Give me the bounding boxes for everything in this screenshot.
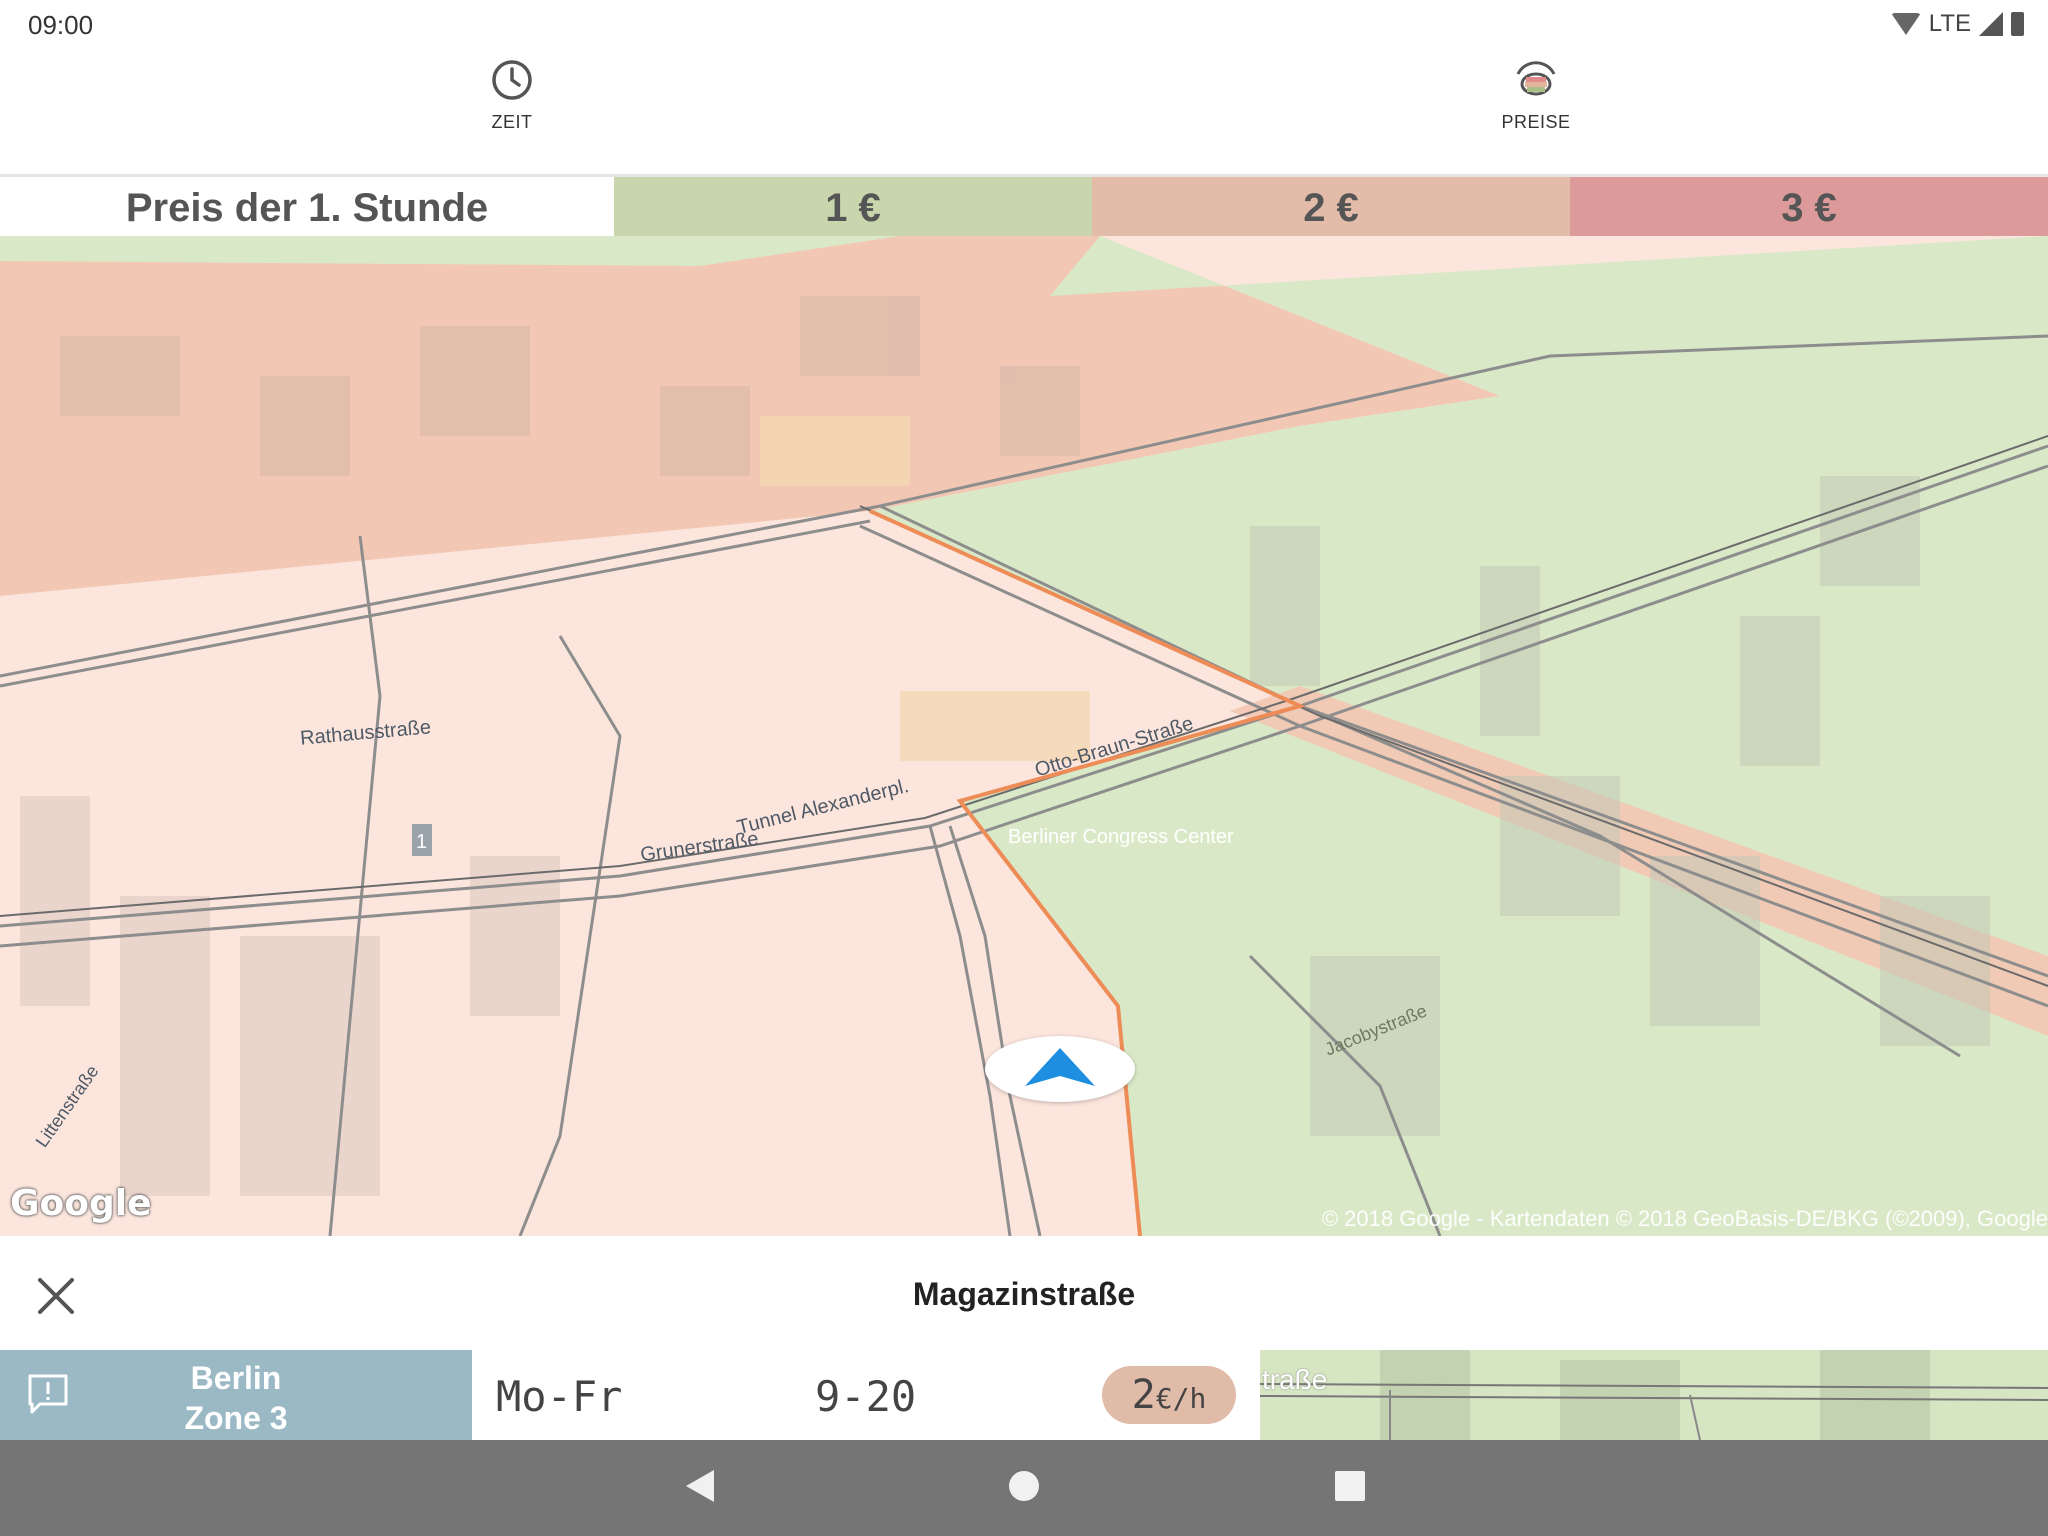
current-location-marker[interactable] xyxy=(985,1036,1135,1102)
legend-tier-1: 1 € xyxy=(614,177,1092,239)
mini-map-preview: traße xyxy=(1260,1350,2048,1440)
price-value: 2 xyxy=(1131,1372,1156,1418)
zone-badge: Berlin Zone 3 xyxy=(0,1350,472,1440)
status-time: 09:00 xyxy=(28,10,94,40)
street-name-title: Magazinstraße xyxy=(912,1276,1136,1312)
zone-number: Zone 3 xyxy=(184,1400,288,1436)
price-unit: €/h xyxy=(1155,1382,1207,1415)
feedback-icon[interactable] xyxy=(26,1372,70,1416)
mini-map-label: traße xyxy=(1262,1364,1328,1395)
navigation-arrow-icon xyxy=(1025,1048,1095,1086)
network-type: LTE xyxy=(1928,10,1971,37)
route-shield-label: 1 xyxy=(416,831,427,853)
price-signal-icon xyxy=(1516,61,1556,96)
tariff-hours: 9-20 xyxy=(815,1372,917,1421)
status-icons: LTE xyxy=(1890,10,2024,38)
location-detail-sheet: Magazinstraße Berlin Zone 3 Mo-Fr 9-20 2… xyxy=(0,1236,2048,1440)
tab-zeit[interactable]: ZEIT xyxy=(412,58,612,133)
recents-icon[interactable] xyxy=(1330,1464,1370,1508)
map-view[interactable]: 1 Rathausstraße Tunnel Alexanderpl. Grun… xyxy=(0,236,2048,1236)
clock-icon xyxy=(492,60,532,100)
tab-preise[interactable]: PREISE xyxy=(1436,58,1636,133)
tab-preise-label: PREISE xyxy=(1501,112,1571,132)
map-attribution: © 2018 Google - Kartendaten © 2018 GeoBa… xyxy=(1321,1206,2048,1231)
wifi-icon xyxy=(1890,13,1921,35)
back-icon[interactable] xyxy=(680,1464,720,1508)
price-badge: 2€/h xyxy=(1102,1366,1236,1424)
map-label-berliner-congress-center: Berliner Congress Center xyxy=(1008,826,1234,848)
status-bar: 09:00 LTE xyxy=(0,0,2048,48)
mini-map-canvas xyxy=(1260,1350,2048,1440)
legend-tier-2: 2 € xyxy=(1092,177,1570,239)
zone-label: Berlin Zone 3 xyxy=(90,1358,382,1438)
system-navigation-bar xyxy=(0,1440,2048,1536)
home-icon[interactable] xyxy=(1004,1464,1044,1508)
google-logo: Google xyxy=(10,1183,152,1224)
price-legend: Preis der 1. Stunde 1 € 2 € 3 € xyxy=(0,174,2048,239)
battery-icon xyxy=(2011,12,2024,36)
cell-signal-icon xyxy=(1979,12,2003,36)
tab-zeit-label: ZEIT xyxy=(491,112,533,132)
zone-city: Berlin xyxy=(190,1360,282,1396)
legend-title: Preis der 1. Stunde xyxy=(0,177,614,239)
tariff-days: Mo-Fr xyxy=(496,1372,623,1421)
legend-tier-3: 3 € xyxy=(1570,177,2048,239)
top-tab-bar: ZEIT PREISE xyxy=(0,48,2048,174)
tariff-row: Berlin Zone 3 Mo-Fr 9-20 2€/h traße xyxy=(0,1350,2048,1440)
